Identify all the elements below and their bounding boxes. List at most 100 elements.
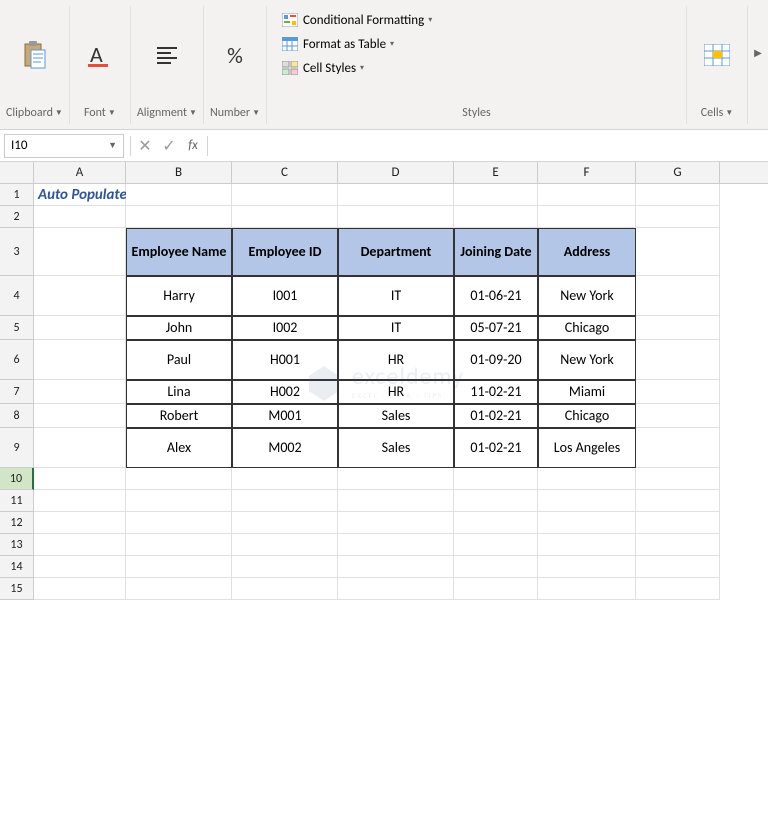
table-cell[interactable]: Robert — [126, 404, 232, 428]
cell[interactable] — [338, 556, 454, 578]
column-header[interactable]: A — [34, 162, 126, 183]
cell[interactable] — [454, 468, 538, 490]
chevron-down-icon[interactable]: ▼ — [252, 108, 260, 118]
table-cell[interactable]: M001 — [232, 404, 338, 428]
cell[interactable] — [454, 556, 538, 578]
cell[interactable] — [636, 340, 720, 380]
cell[interactable] — [34, 490, 126, 512]
cell[interactable] — [338, 206, 454, 228]
table-cell[interactable]: 01-09-20 — [454, 340, 538, 380]
cell[interactable] — [636, 490, 720, 512]
cell[interactable] — [454, 206, 538, 228]
row-header[interactable]: 15 — [0, 578, 34, 600]
number-button[interactable]: % — [211, 35, 259, 75]
cell[interactable] — [34, 534, 126, 556]
cells-button[interactable] — [693, 35, 741, 75]
table-cell[interactable]: I002 — [232, 316, 338, 340]
cell[interactable] — [126, 578, 232, 600]
cell[interactable] — [232, 534, 338, 556]
table-cell[interactable]: Miami — [538, 380, 636, 404]
table-cell[interactable]: 01-06-21 — [454, 276, 538, 316]
cell[interactable] — [34, 340, 126, 380]
table-cell[interactable]: Chicago — [538, 316, 636, 340]
cell[interactable] — [34, 316, 126, 340]
table-cell[interactable]: H002 — [232, 380, 338, 404]
ribbon-more-button[interactable]: ▶ — [748, 6, 768, 59]
chevron-down-icon[interactable]: ▾ — [360, 63, 364, 73]
row-header[interactable]: 8 — [0, 404, 34, 428]
cell[interactable] — [454, 490, 538, 512]
column-header[interactable]: B — [126, 162, 232, 183]
table-cell[interactable]: New York — [538, 276, 636, 316]
chevron-down-icon[interactable]: ▼ — [108, 140, 117, 151]
cell[interactable] — [338, 490, 454, 512]
cell[interactable] — [232, 556, 338, 578]
chevron-down-icon[interactable]: ▼ — [108, 108, 116, 118]
table-cell[interactable]: 11-02-21 — [454, 380, 538, 404]
cell[interactable] — [126, 206, 232, 228]
cell[interactable] — [636, 534, 720, 556]
sheet-title[interactable]: Auto Populate Cells In Excel Based On An… — [34, 184, 126, 206]
cell[interactable] — [232, 184, 338, 206]
conditional-formatting-button[interactable]: Conditional Formatting ▾ — [277, 10, 676, 30]
cell[interactable] — [126, 512, 232, 534]
table-cell[interactable]: IT — [338, 276, 454, 316]
column-header[interactable]: E — [454, 162, 538, 183]
cell[interactable] — [636, 578, 720, 600]
row-header[interactable]: 5 — [0, 316, 34, 340]
table-cell[interactable]: Sales — [338, 404, 454, 428]
cell[interactable] — [636, 512, 720, 534]
cancel-button[interactable]: ✕ — [133, 134, 157, 158]
table-header-cell[interactable]: Employee Name — [126, 228, 232, 276]
table-cell[interactable]: Chicago — [538, 404, 636, 428]
cell[interactable] — [454, 184, 538, 206]
cell[interactable] — [126, 490, 232, 512]
table-cell[interactable]: HR — [338, 380, 454, 404]
table-cell[interactable]: Sales — [338, 428, 454, 468]
table-cell[interactable]: John — [126, 316, 232, 340]
cell[interactable] — [232, 206, 338, 228]
cell[interactable] — [126, 556, 232, 578]
cell[interactable] — [538, 578, 636, 600]
cell[interactable] — [126, 468, 232, 490]
cell[interactable] — [538, 468, 636, 490]
cell[interactable] — [338, 512, 454, 534]
table-cell[interactable]: M002 — [232, 428, 338, 468]
cell[interactable] — [538, 206, 636, 228]
table-cell[interactable]: Harry — [126, 276, 232, 316]
cell[interactable] — [126, 534, 232, 556]
select-all-corner[interactable] — [0, 162, 34, 183]
table-cell[interactable]: 05-07-21 — [454, 316, 538, 340]
table-cell[interactable]: HR — [338, 340, 454, 380]
cell[interactable] — [338, 184, 454, 206]
row-header[interactable]: 6 — [0, 340, 34, 380]
enter-button[interactable]: ✓ — [157, 134, 181, 158]
cell[interactable] — [636, 276, 720, 316]
cell[interactable] — [538, 512, 636, 534]
chevron-down-icon[interactable]: ▼ — [189, 108, 197, 118]
table-cell[interactable]: Lina — [126, 380, 232, 404]
row-header[interactable]: 3 — [0, 228, 34, 276]
cell[interactable] — [34, 206, 126, 228]
cell[interactable] — [232, 512, 338, 534]
clipboard-button[interactable] — [10, 35, 58, 75]
cell[interactable] — [232, 490, 338, 512]
table-cell[interactable]: Los Angeles — [538, 428, 636, 468]
cell[interactable] — [338, 578, 454, 600]
cell[interactable] — [636, 228, 720, 276]
chevron-down-icon[interactable]: ▼ — [725, 108, 733, 118]
row-header[interactable]: 1 — [0, 184, 34, 206]
cell[interactable] — [126, 184, 232, 206]
table-cell[interactable]: 01-02-21 — [454, 404, 538, 428]
cell[interactable] — [232, 578, 338, 600]
table-cell[interactable]: Paul — [126, 340, 232, 380]
cell[interactable] — [636, 206, 720, 228]
cell[interactable] — [538, 490, 636, 512]
cell[interactable] — [454, 578, 538, 600]
column-header[interactable]: D — [338, 162, 454, 183]
chevron-down-icon[interactable]: ▼ — [55, 108, 63, 118]
row-header[interactable]: 11 — [0, 490, 34, 512]
cell[interactable] — [338, 468, 454, 490]
cell[interactable] — [34, 556, 126, 578]
row-header[interactable]: 10 — [0, 468, 34, 490]
